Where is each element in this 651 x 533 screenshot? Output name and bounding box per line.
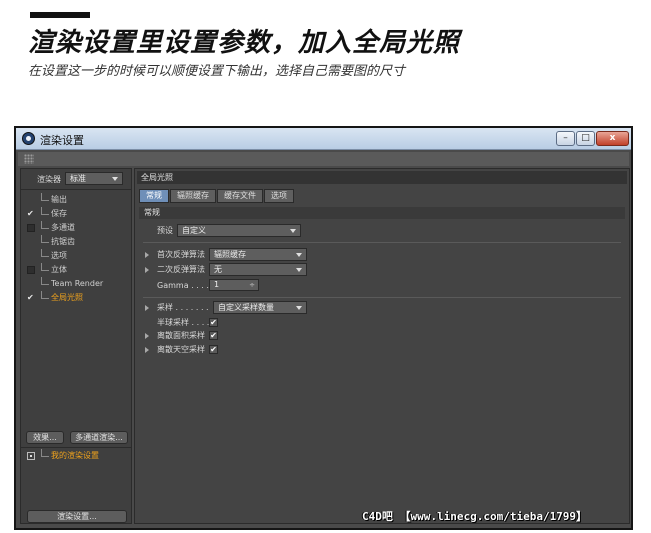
tab-general[interactable]: 常规 (139, 189, 169, 203)
checkbox[interactable] (27, 224, 35, 232)
grip-handle-icon[interactable] (24, 154, 34, 164)
expand-arrow-icon[interactable] (145, 333, 149, 339)
chevron-down-icon (296, 268, 302, 272)
tree-connector (41, 221, 49, 229)
renderer-value: 标准 (70, 174, 86, 183)
render-settings-button[interactable]: 渲染设置... (27, 510, 127, 523)
sky-sampling-label: 离散天空采样 (157, 345, 205, 354)
group-title: 常规 (139, 207, 625, 219)
menu-bar (18, 152, 629, 166)
renderer-dropdown[interactable]: 标准 (65, 172, 123, 185)
settings-sidebar: 渲染器 标准 输出 ✔ 保存 多通道 抗锯齿 选项 立体 Team Render… (20, 168, 132, 524)
expand-arrow-icon[interactable] (145, 267, 149, 273)
preset-item-my-render-settings[interactable]: 我的渲染设置 (23, 449, 129, 463)
tree-connector (41, 207, 49, 215)
tree-item-label: 抗锯齿 (51, 237, 75, 246)
header-accent-bar (30, 12, 90, 18)
minimize-button[interactable]: – (556, 131, 575, 146)
tab-irradiance-cache[interactable]: 辐照缓存 (170, 189, 216, 203)
primary-method-label: 首次反弹算法 (157, 250, 205, 259)
tree-connector (41, 449, 49, 457)
chevron-down-icon (296, 306, 302, 310)
tree-item-options[interactable]: 选项 (23, 249, 129, 263)
tree-connector (41, 193, 49, 201)
primary-method-value: 辐照缓存 (214, 250, 246, 259)
gamma-label: Gamma . . . . (157, 281, 209, 290)
sampling-label: 采样 . . . . . . . (157, 303, 209, 312)
tree-item-multipass[interactable]: 多通道 (23, 221, 129, 235)
divider (21, 447, 131, 448)
checkmark-icon[interactable]: ✔ (27, 210, 35, 218)
window-titlebar[interactable]: 渲染设置 – □ x (16, 128, 631, 150)
primary-method-dropdown[interactable]: 辐照缓存 (209, 248, 307, 261)
preset-dropdown[interactable]: 自定义 (177, 224, 301, 237)
render-preset-icon (27, 452, 35, 460)
chevron-down-icon (290, 229, 296, 233)
gamma-value: 1 (214, 280, 220, 289)
chevron-down-icon (112, 177, 118, 181)
tree-item-label: 输出 (51, 195, 67, 204)
tree-item-global-illumination[interactable]: ✔ 全局光照 (23, 291, 129, 305)
expand-arrow-icon[interactable] (145, 252, 149, 258)
checkbox[interactable] (27, 266, 35, 274)
cinema4d-app-icon (22, 132, 35, 145)
tree-item-label: Team Render (51, 279, 104, 288)
tree-connector (41, 235, 49, 243)
expand-arrow-icon[interactable] (145, 305, 149, 311)
tree-item-antialiasing[interactable]: 抗锯齿 (23, 235, 129, 249)
divider (143, 242, 621, 243)
close-button[interactable]: x (596, 131, 629, 146)
tree-item-stereo[interactable]: 立体 (23, 263, 129, 277)
tree-connector (41, 277, 49, 285)
multipass-render-button[interactable]: 多通道渲染... (70, 431, 128, 444)
global-illumination-panel: 全局光照 常规 辐照缓存 缓存文件 选项 常规 预设 自定义 首次反弹算法 辐照… (134, 168, 630, 524)
expand-arrow-icon[interactable] (145, 347, 149, 353)
tree-connector (41, 291, 49, 299)
area-sampling-label: 离散面积采样 (157, 331, 205, 340)
preset-value: 自定义 (182, 226, 206, 235)
tree-item-label: 立体 (51, 265, 67, 274)
page-subtitle: 在设置这一步的时候可以顺便设置下输出，选择自己需要图的尺寸 (28, 64, 406, 79)
tab-bar: 常规 辐照缓存 缓存文件 选项 (139, 189, 294, 203)
tree-item-label: 全局光照 (51, 293, 83, 302)
maximize-button[interactable]: □ (576, 131, 595, 146)
page-title: 渲染设置里设置参数，加入全局光照 (28, 28, 461, 58)
secondary-method-label: 二次反弹算法 (157, 265, 205, 274)
area-sampling-checkbox[interactable]: ✔ (209, 331, 218, 340)
preset-label: 预设 (157, 226, 173, 235)
window-title: 渲染设置 (40, 134, 84, 147)
tree-item-output[interactable]: 输出 (23, 193, 129, 207)
watermark: C4D吧 【www.linecg.com/tieba/1799】 (362, 510, 588, 523)
sampling-value: 自定义采样数量 (218, 303, 274, 312)
chevron-down-icon (296, 253, 302, 257)
tree-item-label: 选项 (51, 251, 67, 260)
renderer-label: 渲染器 (37, 175, 61, 184)
tree-item-team-render[interactable]: Team Render (23, 277, 129, 291)
sampling-dropdown[interactable]: 自定义采样数量 (213, 301, 307, 314)
secondary-method-dropdown[interactable]: 无 (209, 263, 307, 276)
hemisphere-sampling-checkbox[interactable]: ✔ (209, 318, 218, 327)
tab-cache-files[interactable]: 缓存文件 (217, 189, 263, 203)
tree-item-label: 保存 (51, 209, 67, 218)
sky-sampling-checkbox[interactable]: ✔ (209, 345, 218, 354)
preset-label: 我的渲染设置 (51, 451, 99, 460)
render-settings-window: 渲染设置 – □ x 渲染器 标准 输出 ✔ 保存 多通道 抗锯齿 选项 立体 … (14, 126, 633, 530)
hemisphere-sampling-label: 半球采样 . . . . (157, 318, 210, 327)
divider (21, 189, 131, 190)
divider (143, 297, 621, 298)
checkmark-icon[interactable]: ✔ (27, 294, 35, 302)
gamma-input[interactable]: 1 ÷ (209, 279, 259, 291)
section-title: 全局光照 (137, 171, 627, 184)
spinner-icon[interactable]: ÷ (249, 280, 255, 290)
tree-item-label: 多通道 (51, 223, 75, 232)
tree-item-save[interactable]: ✔ 保存 (23, 207, 129, 221)
tab-options[interactable]: 选项 (264, 189, 294, 203)
tree-connector (41, 249, 49, 257)
tree-connector (41, 263, 49, 271)
secondary-method-value: 无 (214, 265, 222, 274)
effects-button[interactable]: 效果... (26, 431, 64, 444)
